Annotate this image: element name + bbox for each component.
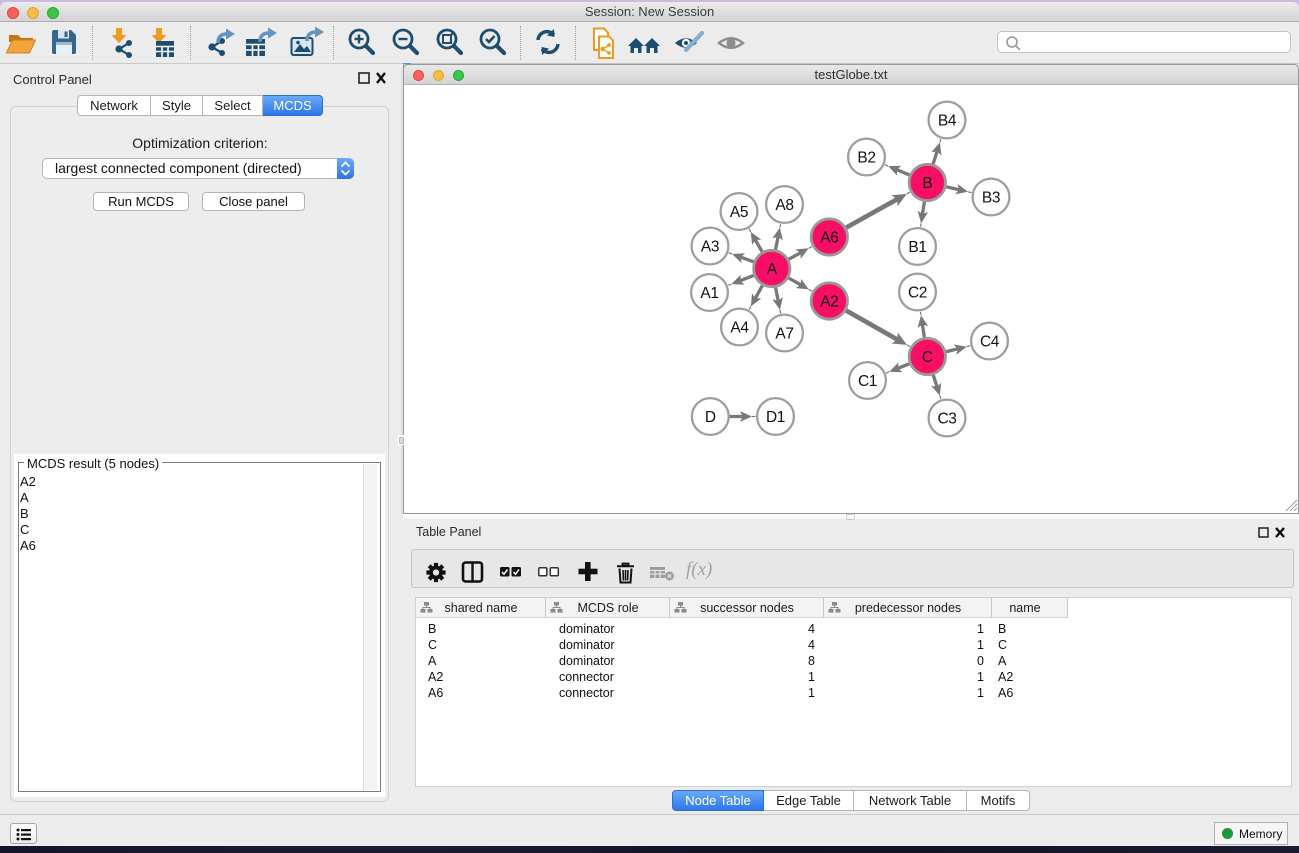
svg-text:A8: A8 — [775, 197, 793, 214]
svg-text:A: A — [767, 261, 778, 278]
svg-text:D1: D1 — [766, 409, 785, 426]
svg-text:D: D — [705, 409, 716, 426]
svg-text:C4: C4 — [980, 334, 1000, 351]
svg-text:A3: A3 — [701, 239, 719, 256]
svg-text:B3: B3 — [982, 190, 1000, 207]
svg-text:C3: C3 — [937, 411, 956, 428]
svg-text:A2: A2 — [820, 294, 838, 311]
svg-text:B4: B4 — [938, 113, 957, 130]
svg-text:C1: C1 — [858, 373, 877, 390]
svg-text:C: C — [922, 349, 933, 366]
svg-text:A4: A4 — [730, 320, 749, 337]
svg-text:B2: B2 — [857, 150, 875, 167]
svg-text:A1: A1 — [700, 285, 718, 302]
svg-text:A6: A6 — [820, 230, 838, 247]
svg-text:A7: A7 — [775, 326, 793, 343]
svg-text:A5: A5 — [730, 204, 748, 221]
svg-text:B: B — [922, 175, 932, 192]
svg-text:C2: C2 — [908, 285, 927, 302]
svg-text:B1: B1 — [908, 239, 926, 256]
